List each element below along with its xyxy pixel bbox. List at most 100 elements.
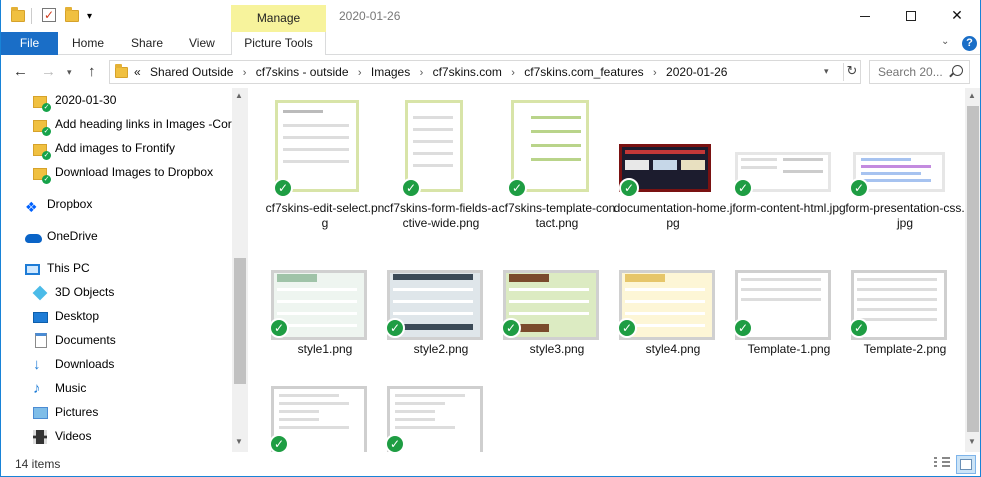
sync-status-icon: ✓ [617,318,637,338]
expand-ribbon-chevron-icon[interactable]: ⌄ [941,36,949,47]
address-dropdown-icon[interactable]: ▾ [824,66,829,77]
title-bar: ✓ ▾ Manage 2020-01-26 ✕ [1,0,980,32]
nav-item-label: 2020-01-30 [55,93,117,107]
nav-pane-scroll-thumb[interactable] [234,258,246,384]
sync-status-icon: ✓ [849,178,869,198]
nav-item-label: 3D Objects [55,285,115,299]
file-name: style2.png [413,342,469,356]
quick-access-checkbox-icon[interactable]: ✓ [42,8,58,24]
breadcrumb-overflow[interactable]: « [134,65,141,79]
synced-folder-icon [33,165,51,184]
up-arrow-icon[interactable]: ↑ [88,63,96,80]
nav-item-downloads[interactable]: ↓ Downloads [33,354,233,376]
manage-tab[interactable]: Manage [231,5,326,32]
tab-home[interactable]: Home [72,32,104,55]
file-name: cf7skins-template-contact.png [498,201,616,230]
nav-pane-scrollbar[interactable]: ▲ ▼ [232,88,248,452]
nav-item-label: Add heading links in Images -Cor [55,117,232,131]
breadcrumb-cf7skins-outside[interactable]: cf7skins - outside [256,65,349,79]
nav-item-label: Pictures [55,405,99,419]
help-icon[interactable]: ? [962,36,977,51]
scroll-down-icon[interactable]: ▼ [968,437,976,446]
nav-item-label: OneDrive [47,229,98,243]
pictures-icon [33,405,49,421]
nav-item-3d-objects[interactable]: 3D Objects [32,282,233,304]
address-bar[interactable]: « Shared Outside › cf7skins - outside › … [109,60,861,84]
breadcrumb-2020-01-26[interactable]: 2020-01-26 [666,65,727,79]
content-scroll-thumb[interactable] [967,106,979,432]
status-bar: 14 items [1,452,980,476]
breadcrumb-images[interactable]: Images [371,65,410,79]
breadcrumb-shared-outside[interactable]: Shared Outside [150,65,233,79]
search-box[interactable] [869,60,970,84]
maximize-icon [906,11,916,22]
file-name: style1.png [297,342,353,356]
file-name: style3.png [529,342,585,356]
breadcrumb-cf7skins-com[interactable]: cf7skins.com [433,65,502,79]
tab-picture-tools[interactable]: Picture Tools [231,32,326,55]
nav-item-label: Videos [55,429,92,443]
file-name: form-content-html.jpg [732,201,846,215]
content-scrollbar[interactable]: ▲ ▼ [965,88,980,452]
nav-item-add-heading-links[interactable]: Add heading links in Images -Cor [33,114,233,136]
nav-item-download-images-dropbox[interactable]: Download Images to Dropbox [33,162,233,184]
nav-item-desktop[interactable]: Desktop [33,306,233,328]
file-name: cf7skins-form-fields-active-wide.png [383,201,499,230]
back-arrow-icon[interactable]: ← [13,63,28,80]
nav-item-label: Download Images to Dropbox [55,165,214,179]
quick-access-new-folder-icon[interactable] [65,7,81,24]
nav-item-2020-01-30[interactable]: 2020-01-30 [33,90,233,112]
close-button[interactable]: ✕ [934,0,980,32]
breadcrumb-cf7skins-com-features[interactable]: cf7skins.com_features [524,65,643,79]
search-input[interactable] [870,61,952,83]
forward-arrow-icon[interactable]: → [41,63,56,80]
file-explorer-window: ✓ ▾ Manage 2020-01-26 ✕ File Home Share … [0,0,981,477]
file-name: cf7skins-edit-select.png [265,201,385,230]
nav-item-add-images-frontify[interactable]: Add images to Frontify [33,138,233,160]
nav-item-this-pc[interactable]: This PC [25,258,225,280]
desktop-icon [33,309,49,325]
search-icon[interactable] [952,65,963,76]
item-count: 14 items [15,457,61,471]
quick-access-properties-icon[interactable] [11,7,27,24]
nav-item-videos[interactable]: Videos [33,426,233,448]
scroll-up-icon[interactable]: ▲ [235,91,243,100]
breadcrumb-separator[interactable]: › [653,67,657,79]
scroll-down-icon[interactable]: ▼ [235,437,243,446]
nav-item-label: Dropbox [47,197,93,211]
nav-item-pictures[interactable]: Pictures [33,402,233,424]
sync-status-icon: ✓ [501,318,521,338]
breadcrumb: « Shared Outside › cf7skins - outside › … [134,65,727,79]
nav-item-dropbox[interactable]: ❖ Dropbox [25,194,225,216]
address-folder-icon [115,64,128,78]
maximize-button[interactable] [888,0,934,32]
details-view-icon[interactable] [934,457,950,472]
breadcrumb-separator[interactable]: › [243,67,247,79]
nav-item-documents[interactable]: Documents [33,330,233,352]
refresh-icon[interactable]: ↻ [843,63,860,81]
tab-view[interactable]: View [189,32,215,55]
sync-status-icon: ✓ [849,318,869,338]
breadcrumb-separator[interactable]: › [511,67,515,79]
file-name: documentation-home.jpg [613,201,733,230]
3d-objects-icon [32,285,49,301]
navigation-row: ← → ▾ ↑ « Shared Outside › cf7skins - ou… [1,56,980,88]
quick-access-dropdown-icon[interactable]: ▾ [87,11,103,27]
sync-status-icon: ✓ [619,178,639,198]
downloads-icon: ↓ [33,356,41,373]
sync-status-icon: ✓ [273,178,293,198]
nav-item-music[interactable]: ♪ Music [33,378,233,400]
scroll-up-icon[interactable]: ▲ [968,91,976,100]
nav-item-onedrive[interactable]: OneDrive [25,226,225,248]
synced-folder-icon [33,117,51,136]
tab-share[interactable]: Share [131,32,163,55]
sync-status-icon: ✓ [401,178,421,198]
minimize-button[interactable] [842,0,888,32]
breadcrumb-separator[interactable]: › [420,67,424,79]
nav-item-label: Documents [55,333,116,347]
dropbox-icon: ❖ [25,199,38,215]
large-icons-view-icon[interactable] [956,455,976,474]
breadcrumb-separator[interactable]: › [358,67,362,79]
tab-file[interactable]: File [1,32,58,55]
recent-locations-chevron-icon[interactable]: ▾ [67,67,72,78]
